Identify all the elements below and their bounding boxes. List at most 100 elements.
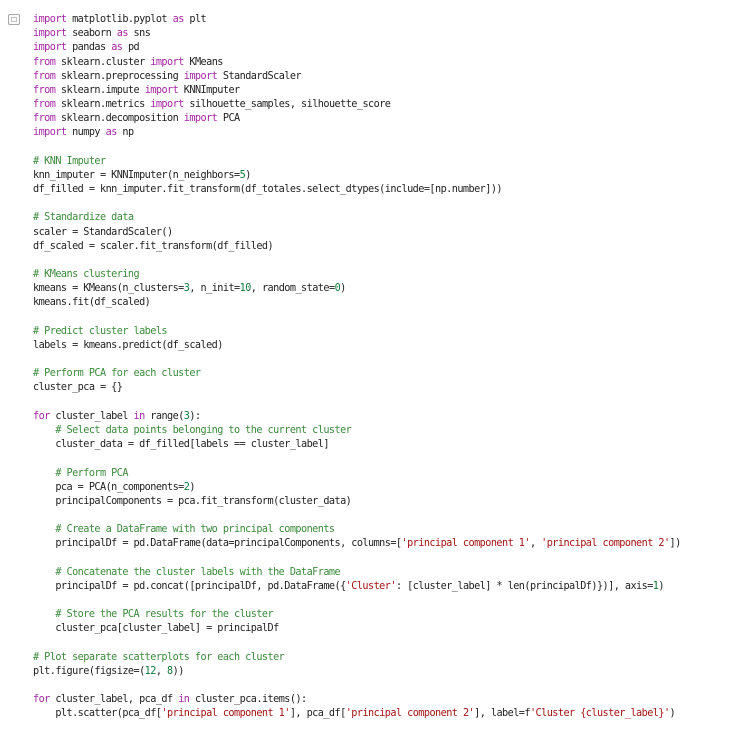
code-line: cluster_data = df_filled[labels == clust…	[33, 438, 738, 452]
code-token: import	[183, 70, 218, 82]
code-line: from sklearn.impute import KNNImputer	[33, 84, 738, 98]
code-token: cluster_label	[49, 410, 134, 422]
code-line: df_scaled = scaler.fit_transform(df_fill…	[33, 240, 738, 254]
code-token: : [cluster_label] * len(principalDf)})],…	[395, 580, 653, 592]
code-token: sklearn.impute	[55, 84, 145, 96]
code-token: import	[33, 127, 67, 139]
code-token: ])	[669, 538, 682, 550]
code-cell[interactable]: import matplotlib.pyplot as plt import se…	[0, 0, 741, 736]
code-token: from	[33, 84, 56, 96]
collapse-cell-icon[interactable]	[8, 14, 20, 25]
code-token: df_scaled = scaler.fit_transform(df_fill…	[33, 240, 274, 252]
code-token: principalDf = pd.DataFrame(data=principa…	[33, 538, 402, 550]
code-token: principalDf = pd.concat([principalDf, pd…	[33, 580, 346, 592]
code-token: import	[33, 42, 67, 54]
code-token: 'principal component 1'	[161, 708, 290, 720]
code-token: cluster_pca.items():	[189, 694, 307, 706]
code-token: , random_state=	[250, 283, 335, 295]
code-token: numpy	[66, 127, 106, 139]
code-line: plt.figure(figsize=(12, 8))	[33, 665, 738, 679]
code-token: as	[105, 127, 118, 139]
code-token: cluster_data = df_filled[labels == clust…	[33, 439, 329, 451]
code-token: PCA	[217, 113, 240, 125]
code-token: kmeans = KMeans(n_clusters=	[33, 283, 184, 295]
code-line: import numpy as np	[33, 126, 738, 140]
code-token: silhouette_samples, silhouette_score	[183, 99, 391, 111]
code-token: pca = PCA(n_components=	[33, 481, 184, 493]
code-line: pca = PCA(n_components=2)	[33, 481, 738, 495]
code-token: 12	[144, 665, 157, 677]
code-token: cluster_pca = {}	[33, 382, 123, 394]
code-line: # Select data points belonging to the cu…	[33, 424, 738, 438]
code-line: cluster_pca[cluster_label] = principalDf	[33, 622, 738, 636]
code-token: principalComponents = pca.fit_transform(…	[33, 495, 352, 507]
code-token: # Create a DataFrame with two principal …	[55, 524, 335, 536]
code-token: labels = kmeans.predict(df_scaled)	[33, 339, 223, 351]
code-token: as	[111, 42, 123, 54]
code-token: np	[116, 127, 134, 139]
code-token: seaborn	[66, 28, 117, 40]
code-token: knn_imputer = KNNImputer(n_neighbors=	[33, 169, 240, 181]
code-line: # Predict cluster labels	[33, 325, 738, 339]
code-token: 'principal component 2'	[345, 708, 475, 720]
code-token: from	[33, 70, 56, 82]
code-line: # Perform PCA for each cluster	[33, 367, 738, 381]
code-line: scaler = StandardScaler()	[33, 226, 738, 240]
code-token: , n_init=	[189, 283, 240, 295]
code-token: as	[116, 28, 129, 40]
code-token: 10	[239, 283, 252, 295]
code-token: for	[33, 694, 50, 706]
code-line: # Create a DataFrame with two principal …	[33, 523, 738, 537]
code-token: # KMeans clustering	[33, 269, 140, 281]
code-token: pd	[122, 42, 140, 54]
code-token: import	[33, 14, 67, 25]
code-token: # Perform PCA	[55, 467, 128, 479]
code-line: from sklearn.cluster import KMeans	[33, 56, 738, 70]
code-token: sklearn.metrics	[55, 99, 151, 111]
code-token: import	[150, 99, 184, 111]
code-token: sns	[127, 28, 151, 40]
code-line: # KNN Imputer	[33, 155, 738, 169]
code-token: ))	[172, 665, 185, 677]
code-token: import	[150, 56, 184, 68]
code-token: KNNImputer	[178, 84, 240, 96]
code-token: plt.figure(figsize=(	[33, 665, 145, 677]
code-token: from	[33, 99, 56, 111]
code-line: for cluster_label, pca_df in cluster_pca…	[33, 693, 738, 707]
code-token: # Concatenate the cluster labels with th…	[55, 566, 341, 578]
code-token: )	[245, 169, 251, 181]
code-token: StandardScaler	[217, 70, 302, 82]
code-token: as	[172, 14, 185, 25]
code-token: KMeans	[183, 56, 223, 68]
code-line: from sklearn.decomposition import PCA	[33, 112, 738, 126]
code-token: pandas	[66, 42, 112, 54]
code-line: kmeans.fit(df_scaled)	[33, 296, 738, 310]
code-line: # KMeans clustering	[33, 268, 738, 282]
code-token: 'principal component 2'	[541, 538, 670, 550]
code-token: # Standardize data	[33, 212, 134, 224]
code-token: # Select data points belonging to the cu…	[55, 424, 352, 436]
code-line: import matplotlib.pyplot as plt	[33, 13, 738, 27]
code-token: # Store the PCA results for the cluster	[55, 609, 274, 621]
code-line: # Store the PCA results for the cluster	[33, 608, 738, 622]
code-editor[interactable]: import matplotlib.pyplot as plt import se…	[33, 13, 738, 722]
code-token: from	[33, 113, 56, 125]
code-line: df_filled = knn_imputer.fit_transform(df…	[33, 183, 738, 197]
code-line: principalDf = pd.DataFrame(data=principa…	[33, 537, 738, 551]
code-token: ):	[189, 410, 201, 422]
code-token: # KNN Imputer	[33, 155, 106, 167]
